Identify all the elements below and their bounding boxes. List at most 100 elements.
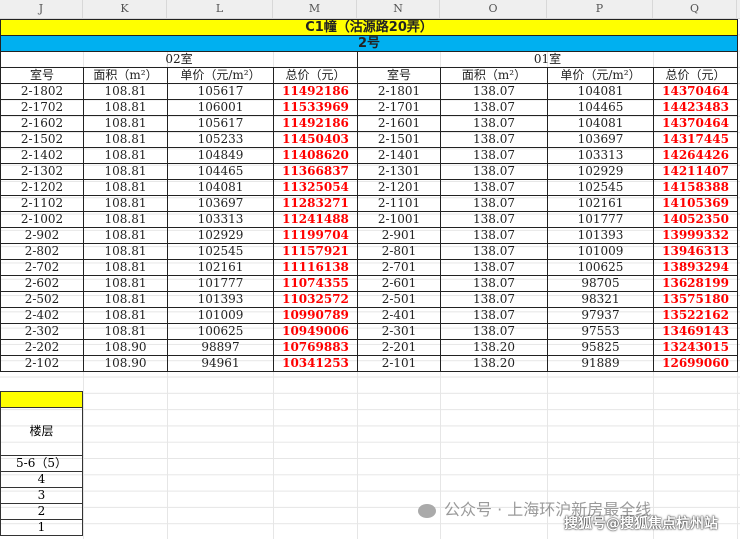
room-number-cell[interactable]: 2-502 (0, 291, 84, 308)
room-label[interactable]: 01室 (356, 51, 739, 68)
area-cell[interactable]: 108.90 (83, 355, 168, 372)
unit-price-cell[interactable]: 100625 (547, 259, 654, 276)
area-cell[interactable]: 108.81 (83, 115, 168, 132)
room-number-cell[interactable]: 2-1802 (0, 83, 84, 100)
area-cell[interactable]: 108.81 (83, 243, 168, 260)
unit-price-cell[interactable]: 103697 (547, 131, 654, 148)
unit-price-cell[interactable]: 102161 (547, 195, 654, 212)
building-title[interactable]: C1幢（沽源路20弄） (0, 19, 739, 36)
total-price-cell[interactable]: 11450403 (273, 131, 358, 148)
room-number-cell[interactable]: 2-301 (357, 323, 441, 340)
column-header-N[interactable]: N (357, 0, 440, 18)
room-number-cell[interactable]: 2-101 (357, 355, 441, 372)
unit-price-cell[interactable]: 101777 (547, 211, 654, 228)
room-number-cell[interactable]: 2-1602 (0, 115, 84, 132)
unit-price-cell[interactable]: 104081 (167, 179, 274, 196)
room-number-cell[interactable]: 2-1501 (357, 131, 441, 148)
area-cell[interactable]: 138.07 (440, 227, 548, 244)
area-cell[interactable]: 138.07 (440, 147, 548, 164)
unit-price-cell[interactable]: 102545 (547, 179, 654, 196)
unit-price-cell[interactable]: 98897 (167, 339, 274, 356)
room-number-cell[interactable]: 2-1801 (357, 83, 441, 100)
column-header-K[interactable]: K (83, 0, 167, 18)
total-price-cell[interactable]: 11366837 (273, 163, 358, 180)
room-number-cell[interactable]: 2-802 (0, 243, 84, 260)
total-price-cell[interactable]: 11325054 (273, 179, 358, 196)
area-cell[interactable]: 138.07 (440, 259, 548, 276)
total-price-cell[interactable]: 10949006 (273, 323, 358, 340)
room-number-cell[interactable]: 2-901 (357, 227, 441, 244)
column-header-L[interactable]: L (167, 0, 273, 18)
room-number-cell[interactable]: 2-1101 (357, 195, 441, 212)
area-cell[interactable]: 138.07 (440, 243, 548, 260)
column-title[interactable]: 总价（元） (273, 67, 358, 84)
area-cell[interactable]: 108.81 (83, 83, 168, 100)
room-label[interactable]: 02室 (0, 51, 358, 68)
area-cell[interactable]: 108.81 (83, 195, 168, 212)
area-cell[interactable]: 108.81 (83, 211, 168, 228)
room-number-cell[interactable]: 2-1201 (357, 179, 441, 196)
column-header-M[interactable]: M (273, 0, 357, 18)
total-price-cell[interactable]: 14158388 (652, 179, 739, 196)
room-number-cell[interactable]: 2-1202 (0, 179, 84, 196)
floor-cell[interactable]: 4 (0, 471, 83, 488)
unit-price-cell[interactable]: 102929 (167, 227, 274, 244)
area-cell[interactable]: 138.07 (440, 163, 548, 180)
floor-yellow-cell[interactable] (0, 391, 83, 408)
area-cell[interactable]: 138.07 (440, 323, 548, 340)
column-title[interactable]: 室号 (0, 67, 84, 84)
area-cell[interactable]: 108.81 (83, 99, 168, 116)
total-price-cell[interactable]: 12699060 (652, 355, 739, 372)
unit-price-cell[interactable]: 101393 (547, 227, 654, 244)
total-price-cell[interactable]: 10990789 (273, 307, 358, 324)
total-price-cell[interactable]: 14211407 (652, 163, 739, 180)
unit-price-cell[interactable]: 103313 (547, 147, 654, 164)
total-price-cell[interactable]: 13893294 (652, 259, 739, 276)
total-price-cell[interactable]: 11241488 (273, 211, 358, 228)
column-header-P[interactable]: P (547, 0, 653, 18)
room-number-cell[interactable]: 2-1002 (0, 211, 84, 228)
unit-price-cell[interactable]: 97937 (547, 307, 654, 324)
unit-price-cell[interactable]: 101777 (167, 275, 274, 292)
total-price-cell[interactable]: 13575180 (652, 291, 739, 308)
area-cell[interactable]: 108.81 (83, 147, 168, 164)
unit-price-cell[interactable]: 105617 (167, 115, 274, 132)
unit-price-cell[interactable]: 102929 (547, 163, 654, 180)
unit-price-cell[interactable]: 102545 (167, 243, 274, 260)
area-cell[interactable]: 108.81 (83, 291, 168, 308)
unit-price-cell[interactable]: 104081 (547, 115, 654, 132)
area-cell[interactable]: 138.20 (440, 355, 548, 372)
column-header-J[interactable]: J (0, 0, 83, 18)
unit-price-cell[interactable]: 103313 (167, 211, 274, 228)
unit-price-cell[interactable]: 100625 (167, 323, 274, 340)
area-cell[interactable]: 108.81 (83, 131, 168, 148)
area-cell[interactable]: 108.81 (83, 227, 168, 244)
column-title[interactable]: 总价（元） (652, 67, 739, 84)
total-price-cell[interactable]: 13243015 (652, 339, 739, 356)
room-number-cell[interactable]: 2-102 (0, 355, 84, 372)
room-number-cell[interactable]: 2-1502 (0, 131, 84, 148)
floor-cell[interactable]: 5-6（5） (0, 455, 83, 472)
unit-price-cell[interactable]: 95825 (547, 339, 654, 356)
column-title[interactable]: 室号 (357, 67, 441, 84)
room-number-cell[interactable]: 2-1701 (357, 99, 441, 116)
total-price-cell[interactable]: 11492186 (273, 83, 358, 100)
room-number-cell[interactable]: 2-1301 (357, 163, 441, 180)
unit-price-cell[interactable]: 104081 (547, 83, 654, 100)
unit-price-cell[interactable]: 103697 (167, 195, 274, 212)
total-price-cell[interactable]: 11533969 (273, 99, 358, 116)
unit-price-cell[interactable]: 94961 (167, 355, 274, 372)
total-price-cell[interactable]: 13999332 (652, 227, 739, 244)
area-cell[interactable]: 108.81 (83, 259, 168, 276)
room-number-cell[interactable]: 2-1702 (0, 99, 84, 116)
total-price-cell[interactable]: 14264426 (652, 147, 739, 164)
total-price-cell[interactable]: 14317445 (652, 131, 739, 148)
total-price-cell[interactable]: 13946313 (652, 243, 739, 260)
unit-price-cell[interactable]: 98705 (547, 275, 654, 292)
unit-price-cell[interactable]: 105233 (167, 131, 274, 148)
column-title[interactable]: 面积（m²） (440, 67, 548, 84)
unit-price-cell[interactable]: 104465 (167, 163, 274, 180)
total-price-cell[interactable]: 11283271 (273, 195, 358, 212)
total-price-cell[interactable]: 11492186 (273, 115, 358, 132)
unit-price-cell[interactable]: 104465 (547, 99, 654, 116)
